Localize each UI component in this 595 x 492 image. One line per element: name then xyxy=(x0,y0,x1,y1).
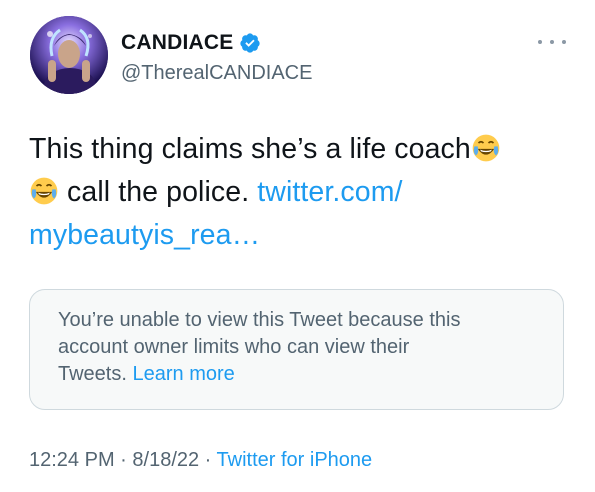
message-line-1: You’re unable to view this Tweet because… xyxy=(58,309,461,331)
unavailable-tweet-message: You’re unable to view this Tweet because… xyxy=(58,307,528,388)
tweet-link-continued[interactable]: mybeautyis_rea… xyxy=(29,219,260,251)
author-name-row[interactable]: CANDIACE xyxy=(121,30,261,56)
message-line-3: Tweets. Learn more xyxy=(58,361,528,388)
face-with-tears-of-joy-icon xyxy=(471,133,501,163)
more-options-icon[interactable] xyxy=(538,34,566,50)
author-display-name[interactable]: CANDIACE xyxy=(121,31,233,55)
tweet-source[interactable]: Twitter for iPhone xyxy=(217,449,373,471)
unavailable-quoted-tweet: You’re unable to view this Tweet because… xyxy=(29,289,564,410)
learn-more-link[interactable]: Learn more xyxy=(132,363,234,385)
tweet-text-segment: call the police. xyxy=(59,176,258,208)
tweet-text-line-1: This thing claims she’s a life coach xyxy=(29,128,569,171)
separator-dot: · xyxy=(114,449,133,471)
tweet-date[interactable]: 8/18/22 xyxy=(132,449,199,471)
tweet-metadata: 12:24 PM · 8/18/22 · Twitter for iPhone xyxy=(29,449,372,472)
message-line-3-text: Tweets. xyxy=(58,363,133,385)
tweet-text: This thing claims she’s a life coach cal… xyxy=(29,128,569,257)
message-line-2: account owner limits who can view their xyxy=(58,336,410,358)
avatar[interactable] xyxy=(30,16,108,94)
tweet-link[interactable]: twitter.com/ xyxy=(257,176,402,208)
verified-badge-icon xyxy=(239,32,261,54)
separator-dot: · xyxy=(199,449,217,471)
tweet-text-line-3: mybeautyis_rea… xyxy=(29,214,569,257)
avatar-image xyxy=(30,16,108,94)
author-handle[interactable]: @TherealCANDIACE xyxy=(121,62,312,85)
tweet-time[interactable]: 12:24 PM xyxy=(29,449,115,471)
tweet: CANDIACE @TherealCANDIACE This thing cla… xyxy=(0,0,595,492)
face-with-tears-of-joy-icon xyxy=(29,176,59,206)
tweet-text-line-2: call the police. twitter.com/ xyxy=(29,171,569,214)
tweet-text-segment: This thing claims she’s a life coach xyxy=(29,133,471,165)
